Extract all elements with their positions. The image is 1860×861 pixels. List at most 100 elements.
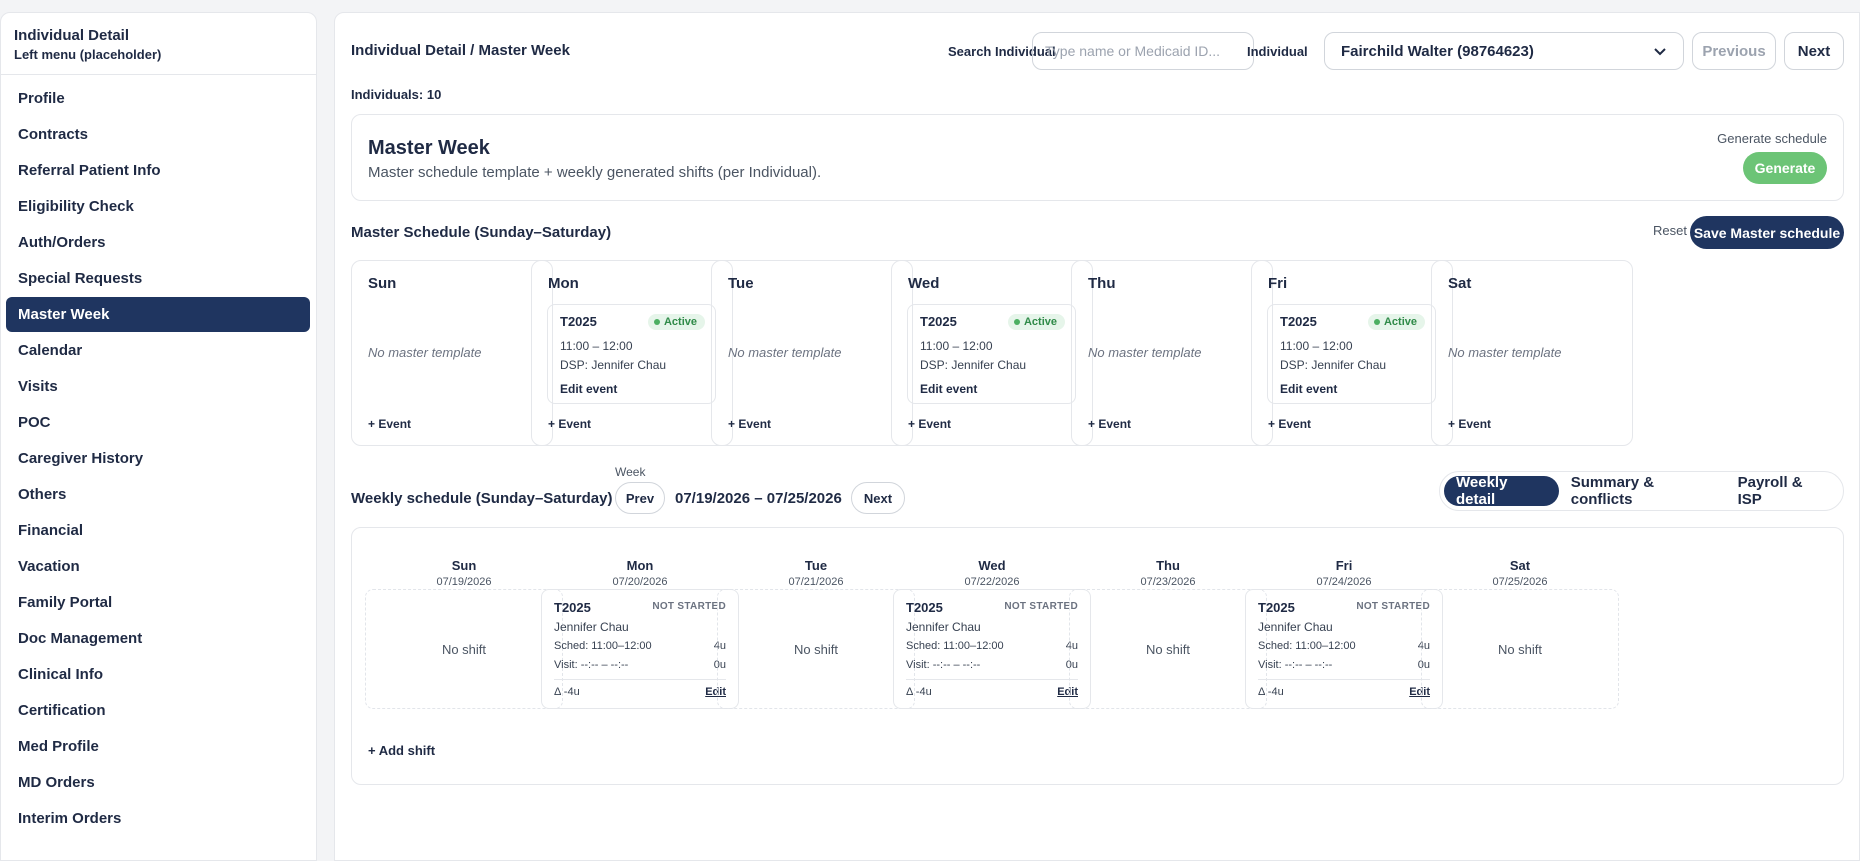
- sidebar-item-calendar[interactable]: Calendar: [6, 333, 310, 368]
- add-shift-button[interactable]: + Add shift: [368, 743, 435, 758]
- weekly-day-header: Thu 07/23/2026: [1069, 558, 1267, 588]
- sidebar-item-contracts[interactable]: Contracts: [6, 117, 310, 152]
- empty-shift-cell: No shift: [1069, 589, 1267, 709]
- previous-button[interactable]: Previous: [1692, 32, 1776, 70]
- shift-card[interactable]: T2025 NOT STARTED Jennifer Chau Sched: 11:0…: [893, 589, 1091, 709]
- add-event-button[interactable]: + Event: [908, 417, 951, 431]
- tab-weekly-detail[interactable]: Weekly detail: [1444, 474, 1559, 508]
- master-week-subtitle: Master schedule template + weekly genera…: [368, 164, 822, 181]
- sidebar-item-master-week[interactable]: Master Week: [6, 297, 310, 332]
- generate-schedule-label: Generate schedule: [1717, 131, 1827, 146]
- master-event-card[interactable]: T2025 Active 11:00 – 12:00 DSP: Jennifer Ch…: [547, 304, 716, 404]
- status-badge-label: Active: [1023, 316, 1057, 328]
- sidebar-item-med-profile[interactable]: Med Profile: [6, 729, 310, 764]
- sidebar-item-eligibility-check[interactable]: Eligibility Check: [6, 189, 310, 224]
- search-input[interactable]: Type name or Medicaid ID...: [1032, 32, 1254, 70]
- sidebar-subtitle: Left menu (placeholder): [14, 47, 162, 62]
- weekly-day-name: Fri: [1335, 558, 1353, 573]
- sidebar-item-referral-patient-info[interactable]: Referral Patient Info: [6, 153, 310, 188]
- shift-visit-row: Visit: --:-- – --:-- 0u: [906, 659, 1078, 671]
- status-badge-label: Active: [663, 316, 697, 328]
- next-button[interactable]: Next: [1784, 32, 1844, 70]
- event-dsp: DSP: Jennifer Chau: [920, 358, 1027, 372]
- sidebar-item-family-portal[interactable]: Family Portal: [6, 585, 310, 620]
- weekly-schedule-title: Weekly schedule (Sunday–Saturday): [351, 490, 613, 507]
- event-code: T2025: [1280, 314, 1317, 329]
- sidebar-item-interim-orders[interactable]: Interim Orders: [6, 801, 310, 836]
- shift-caregiver-name: Jennifer Chau: [906, 620, 981, 634]
- edit-event-button[interactable]: Edit event: [1280, 382, 1337, 396]
- week-range: 07/19/2026 – 07/25/2026: [675, 490, 842, 507]
- tab-payroll-isp[interactable]: Payroll & ISP: [1726, 474, 1839, 508]
- add-event-button[interactable]: + Event: [1268, 417, 1311, 431]
- add-event-button[interactable]: + Event: [548, 417, 591, 431]
- sidebar-nav: Profile Contracts Referral Patient Info Eli…: [1, 75, 316, 836]
- add-event-button[interactable]: + Event: [368, 417, 411, 431]
- chevron-down-icon: [1654, 48, 1666, 56]
- shift-visit: Visit: --:-- – --:--: [1258, 659, 1333, 671]
- weekly-day-header: Sat 07/25/2026: [1421, 558, 1619, 588]
- sidebar-item-auth-orders[interactable]: Auth/Orders: [6, 225, 310, 260]
- status-badge: Active: [1367, 314, 1425, 330]
- reset-button[interactable]: Reset: [1653, 223, 1687, 238]
- weekly-day-header: Wed 07/22/2026: [893, 558, 1091, 588]
- individuals-count: Individuals: 10: [351, 87, 442, 102]
- save-master-schedule-button[interactable]: Save Master schedule: [1690, 216, 1844, 249]
- status-badge-label: Active: [1383, 316, 1417, 328]
- master-day-sun: Sun No master template + Event: [351, 260, 553, 446]
- weekly-day-date: 07/24/2026: [1316, 576, 1372, 588]
- shift-card[interactable]: T2025 NOT STARTED Jennifer Chau Sched: 11:0…: [541, 589, 739, 709]
- master-day-fri: Fri T2025 Active 11:00 – 12:00 DSP: Jennifer…: [1251, 260, 1453, 446]
- sidebar-item-clinical-info[interactable]: Clinical Info: [6, 657, 310, 692]
- sidebar-item-profile[interactable]: Profile: [6, 81, 310, 116]
- sidebar-item-financial[interactable]: Financial: [6, 513, 310, 548]
- shift-caregiver-name: Jennifer Chau: [554, 620, 629, 634]
- individual-select-value: Fairchild Walter (98764623): [1341, 42, 1534, 60]
- sidebar-item-vacation[interactable]: Vacation: [6, 549, 310, 584]
- add-event-button[interactable]: + Event: [728, 417, 771, 431]
- sidebar-item-md-orders[interactable]: MD Orders: [6, 765, 310, 800]
- status-dot-icon: [1373, 319, 1380, 325]
- week-next-button[interactable]: Next: [851, 482, 905, 514]
- weekly-day-date: 07/22/2026: [964, 576, 1020, 588]
- sidebar-item-poc[interactable]: POC: [6, 405, 310, 440]
- sidebar-item-caregiver-history[interactable]: Caregiver History: [6, 441, 310, 476]
- no-shift-label: No shift: [1497, 642, 1543, 657]
- shift-divider: [906, 679, 1078, 680]
- sidebar-item-doc-management[interactable]: Doc Management: [6, 621, 310, 656]
- sidebar-item-special-requests[interactable]: Special Requests: [6, 261, 310, 296]
- sidebar: Individual Detail Left menu (placeholder…: [0, 12, 317, 861]
- tab-summary-conflicts[interactable]: Summary & conflicts: [1559, 474, 1726, 508]
- status-dot-icon: [653, 319, 660, 325]
- event-time: 11:00 – 12:00: [560, 339, 633, 353]
- shift-visit-row: Visit: --:-- – --:-- 0u: [1258, 659, 1430, 671]
- edit-event-button[interactable]: Edit event: [560, 382, 617, 396]
- master-day-mon: Mon T2025 Active 11:00 – 12:00 DSP: Jennifer…: [531, 260, 733, 446]
- day-name: Mon: [548, 275, 579, 292]
- weekly-day-header: Sun 07/19/2026: [365, 558, 563, 588]
- day-name: Tue: [728, 275, 754, 292]
- edit-event-button[interactable]: Edit event: [920, 382, 977, 396]
- weekly-day-name: Thu: [1156, 558, 1180, 573]
- add-event-button[interactable]: + Event: [1088, 417, 1131, 431]
- weekly-day-name: Sun: [451, 558, 477, 573]
- sidebar-header: Individual Detail Left menu (placeholder…: [1, 13, 316, 75]
- individual-select[interactable]: Fairchild Walter (98764623): [1324, 32, 1684, 70]
- generate-button[interactable]: Generate: [1743, 152, 1827, 184]
- event-code: T2025: [560, 314, 597, 329]
- shift-code: T2025: [554, 600, 591, 615]
- master-event-card[interactable]: T2025 Active 11:00 – 12:00 DSP: Jennifer Ch…: [1267, 304, 1436, 404]
- sidebar-item-visits[interactable]: Visits: [6, 369, 310, 404]
- sidebar-item-others[interactable]: Others: [6, 477, 310, 512]
- week-prev-button[interactable]: Prev: [615, 482, 665, 514]
- no-master-template: No master template: [1088, 345, 1202, 360]
- no-master-template: No master template: [728, 345, 842, 360]
- shift-card[interactable]: T2025 NOT STARTED Jennifer Chau Sched: 11:0…: [1245, 589, 1443, 709]
- empty-shift-cell: No shift: [1421, 589, 1619, 709]
- master-event-card[interactable]: T2025 Active 11:00 – 12:00 DSP: Jennifer Ch…: [907, 304, 1076, 404]
- shift-status: NOT STARTED: [652, 601, 726, 612]
- shift-visit-row: Visit: --:-- – --:-- 0u: [554, 659, 726, 671]
- weekly-day-name: Tue: [804, 558, 828, 573]
- sidebar-item-certification[interactable]: Certification: [6, 693, 310, 728]
- add-event-button[interactable]: + Event: [1448, 417, 1491, 431]
